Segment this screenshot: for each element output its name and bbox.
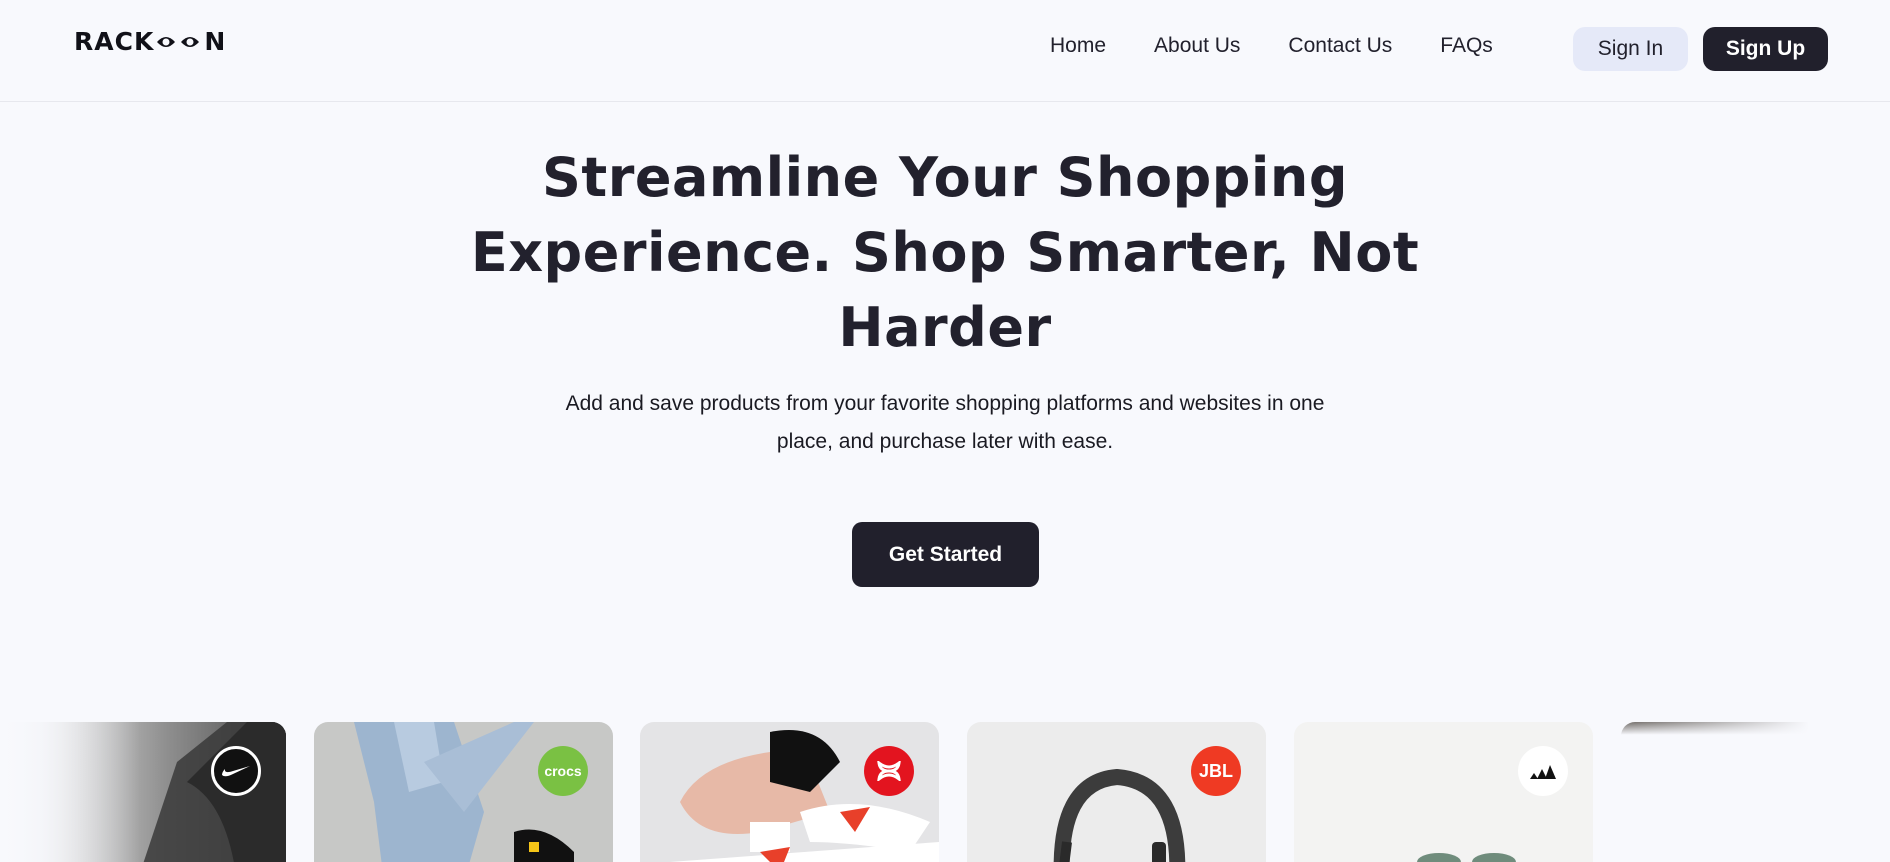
raccoon-eyes-icon	[155, 27, 203, 55]
sign-in-button[interactable]: Sign In	[1573, 27, 1688, 71]
nav-home[interactable]: Home	[1050, 34, 1106, 58]
site-header: RACK N Home About Us Contact Us FAQs Sig…	[0, 0, 1890, 102]
main-nav: Home About Us Contact Us FAQs	[1050, 34, 1541, 58]
get-started-button[interactable]: Get Started	[852, 522, 1039, 587]
hero-subtitle: Add and save products from your favorite…	[565, 392, 1325, 453]
product-carousel: crocs JBL	[0, 722, 1890, 862]
logo-text-left: RACK	[74, 26, 155, 56]
carousel-fade-right	[1620, 722, 1890, 862]
nav-about-us[interactable]: About Us	[1154, 34, 1240, 58]
under-armour-logo-icon	[864, 746, 914, 796]
crocs-logo-icon: crocs	[538, 746, 588, 796]
nav-contact-us[interactable]: Contact Us	[1288, 34, 1392, 58]
carousel-fade-left	[0, 722, 140, 862]
sign-up-button[interactable]: Sign Up	[1703, 27, 1828, 71]
product-card-adidas[interactable]	[1294, 722, 1593, 862]
rackoon-logo[interactable]: RACK N	[74, 26, 226, 56]
logo-text-right: N	[204, 26, 227, 56]
adidas-logo-icon	[1518, 746, 1568, 796]
nav-faqs[interactable]: FAQs	[1440, 34, 1493, 58]
product-card-under-armour[interactable]	[640, 722, 939, 862]
jbl-logo-icon: JBL	[1191, 746, 1241, 796]
nike-swoosh-icon	[211, 746, 261, 796]
hero-title: Streamline Your Shopping Experience. Sho…	[470, 146, 1420, 359]
product-card-crocs[interactable]: crocs	[314, 722, 613, 862]
product-card-jbl[interactable]: JBL	[967, 722, 1266, 862]
